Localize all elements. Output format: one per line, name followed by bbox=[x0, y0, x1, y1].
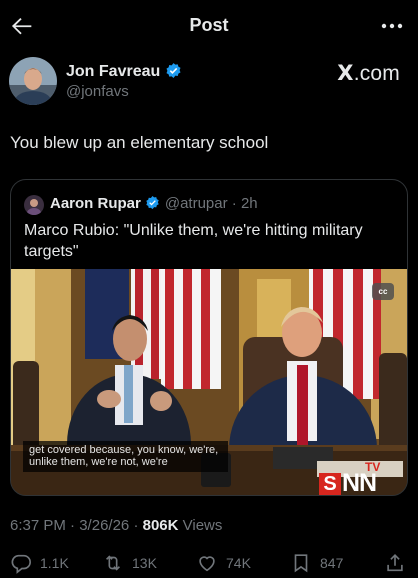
quote-text: Marco Rubio: "Unlike them, we're hitting… bbox=[24, 222, 363, 260]
like-count: 74K bbox=[226, 555, 251, 571]
repost-count: 13K bbox=[132, 555, 157, 571]
top-bar: Post bbox=[0, 0, 418, 52]
repost-button[interactable]: 13K bbox=[102, 551, 157, 575]
captions-button[interactable]: cc bbox=[372, 283, 394, 300]
snn-tv-label: TV bbox=[365, 460, 381, 474]
snn-nn-letters: NN bbox=[342, 469, 377, 496]
post-date[interactable]: 3/26/26 bbox=[79, 517, 129, 534]
bookmark-button[interactable]: 847 bbox=[290, 551, 343, 575]
author-name-text[interactable]: Jon Favreau bbox=[66, 63, 160, 80]
x-com-logo: X.com bbox=[337, 61, 400, 86]
reply-button[interactable]: 1.1K bbox=[10, 551, 69, 575]
views-count: 806K bbox=[142, 517, 179, 534]
heart-icon bbox=[199, 556, 215, 572]
author-name[interactable]: Jon Favreau bbox=[66, 62, 182, 81]
quote-author-avatar[interactable] bbox=[24, 195, 44, 215]
snn-tv-watermark: S NN TV bbox=[319, 460, 387, 496]
quote-timestamp: · 2h bbox=[231, 195, 258, 212]
post-meta: 6:37 PM · 3/26/26 · 806K Views bbox=[10, 517, 222, 534]
reply-icon bbox=[11, 554, 31, 574]
x-logo-letter: X bbox=[337, 61, 354, 85]
share-button[interactable] bbox=[384, 551, 406, 575]
repost-icon bbox=[105, 555, 121, 571]
action-bar: 1.1K 13K 74K 847 bbox=[0, 551, 418, 578]
caption-line: get covered because, you know, we're, bbox=[29, 444, 219, 456]
quote-author-row[interactable]: Aaron Rupar @atrupar · 2h bbox=[50, 195, 258, 212]
verified-badge-icon bbox=[166, 63, 181, 78]
page-title: Post bbox=[189, 15, 229, 35]
more-dots-icon[interactable] bbox=[380, 16, 404, 36]
author-handle[interactable]: @jonfavs bbox=[66, 83, 129, 100]
video-player[interactable]: cc get covered because, you know, we're,… bbox=[11, 269, 407, 495]
bookmark-count: 847 bbox=[320, 555, 344, 571]
verified-badge-icon bbox=[146, 195, 159, 210]
like-button[interactable]: 74K bbox=[196, 551, 251, 575]
quoted-post-card[interactable]: Aaron Rupar @atrupar · 2h Marco Rubio: "U… bbox=[10, 179, 408, 496]
quote-author-handle[interactable]: @atrupar bbox=[165, 195, 228, 212]
meta-separator: · bbox=[133, 517, 139, 534]
x-logo-suffix: .com bbox=[353, 62, 400, 85]
video-caption: get covered because, you know, we're, un… bbox=[23, 441, 229, 472]
snn-s-letter: S bbox=[319, 473, 341, 495]
author-avatar[interactable] bbox=[9, 57, 57, 105]
post-text: You blew up an elementary school bbox=[10, 133, 269, 152]
caption-line: unlike them, we're not, we're bbox=[29, 456, 168, 468]
views-label: Views bbox=[182, 517, 223, 534]
meta-separator: · bbox=[70, 517, 76, 534]
post-time[interactable]: 6:37 PM bbox=[10, 517, 66, 534]
bookmark-icon bbox=[294, 554, 308, 573]
reply-count: 1.1K bbox=[40, 555, 69, 571]
share-icon bbox=[387, 554, 403, 572]
quote-author-name[interactable]: Aaron Rupar bbox=[50, 195, 141, 212]
